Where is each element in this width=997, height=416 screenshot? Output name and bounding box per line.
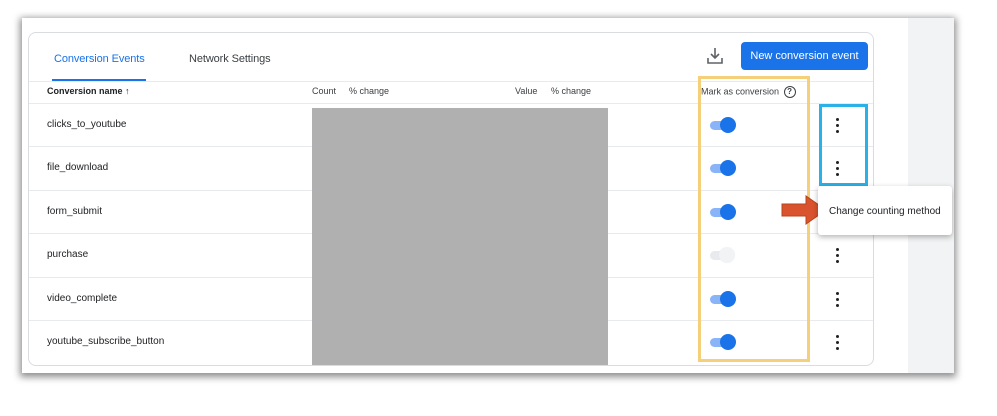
tab-network-settings[interactable]: Network Settings xyxy=(189,53,271,65)
conversion-name: video_complete xyxy=(47,293,118,304)
column-header-count-change[interactable]: % change xyxy=(349,86,389,96)
conversion-name: youtube_subscribe_button xyxy=(47,336,165,347)
download-icon[interactable] xyxy=(704,45,726,67)
column-header-count[interactable]: Count xyxy=(312,86,336,96)
conversions-card: Conversion Events Network Settings New c… xyxy=(28,32,874,366)
conversion-name: file_download xyxy=(47,162,109,173)
conversion-name: purchase xyxy=(47,249,89,260)
column-header-name[interactable]: Conversion name ↑ xyxy=(47,86,130,96)
sort-ascending-icon[interactable]: ↑ xyxy=(125,86,130,96)
row-options-menu: Change counting method xyxy=(818,186,952,235)
tab-conversion-events[interactable]: Conversion Events xyxy=(54,53,145,65)
conversion-name: form_submit xyxy=(47,206,103,217)
more-options-icon[interactable] xyxy=(833,291,841,309)
new-conversion-event-button[interactable]: New conversion event xyxy=(741,42,868,70)
more-options-icon[interactable] xyxy=(833,247,841,265)
menu-item-change-counting-method[interactable]: Change counting method xyxy=(829,206,941,217)
column-header-name-label: Conversion name xyxy=(47,86,123,96)
conversion-name: clicks_to_youtube xyxy=(47,119,127,130)
screenshot-frame: Conversion Events Network Settings New c… xyxy=(22,18,954,373)
column-header-value-change[interactable]: % change xyxy=(551,86,591,96)
redacted-data-block xyxy=(312,108,608,365)
column-header-value[interactable]: Value xyxy=(515,86,537,96)
more-options-highlight xyxy=(819,104,868,186)
more-options-icon[interactable] xyxy=(833,334,841,352)
